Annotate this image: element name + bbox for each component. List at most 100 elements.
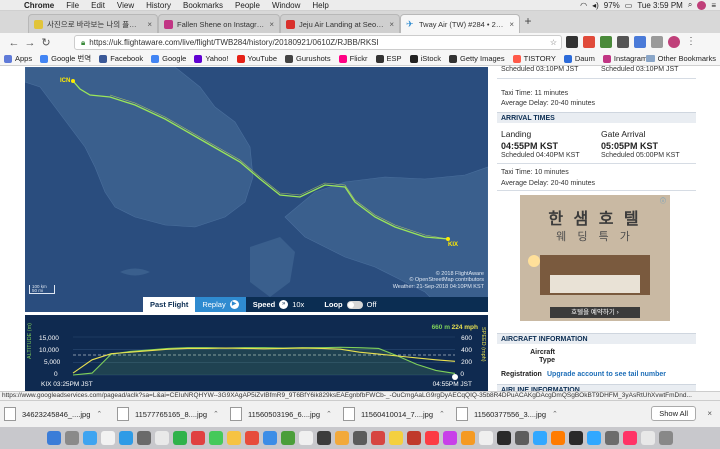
- dock-app-icon[interactable]: [605, 431, 619, 445]
- extension-icon[interactable]: [566, 36, 578, 48]
- ad-book-button[interactable]: 호텔을 예약하기 ›: [550, 307, 640, 318]
- clock[interactable]: Tue 3:59 PM: [637, 1, 683, 10]
- bookmark-item[interactable]: Gurushots: [285, 54, 331, 63]
- tab-1[interactable]: 사진으로 바라보는 나의 플레이스 - ... ×: [28, 14, 158, 33]
- origin-airport-label[interactable]: ICN: [60, 78, 70, 84]
- download-item[interactable]: 11577765165_8....jpg ⌃: [117, 407, 230, 421]
- reload-button[interactable]: ↻: [38, 36, 54, 49]
- close-icon[interactable]: ×: [707, 409, 712, 418]
- battery-percent[interactable]: 97%: [604, 1, 620, 10]
- dock-app-icon[interactable]: [569, 431, 583, 445]
- menu-view[interactable]: View: [111, 1, 140, 10]
- notification-center-icon[interactable]: ≡: [711, 1, 716, 10]
- battery-icon[interactable]: ▭: [625, 1, 633, 10]
- speed-control[interactable]: Speed » 10x: [246, 297, 312, 312]
- close-icon[interactable]: ×: [265, 20, 274, 29]
- chevron-up-icon[interactable]: ⌃: [213, 410, 219, 418]
- dock-app-icon[interactable]: [371, 431, 385, 445]
- dock-app-icon[interactable]: [479, 431, 493, 445]
- destination-airport-label[interactable]: KIX: [448, 242, 458, 248]
- download-item[interactable]: 34623245846_....jpg ⌃: [4, 407, 117, 421]
- upgrade-account-link[interactable]: Upgrade account to see tail number: [547, 371, 666, 378]
- bookmark-item[interactable]: Facebook: [99, 54, 143, 63]
- menu-help[interactable]: Help: [306, 1, 334, 10]
- chevron-up-icon[interactable]: ⌃: [439, 410, 445, 418]
- origin-marker[interactable]: [71, 79, 75, 83]
- bookmark-item[interactable]: Apps: [4, 54, 32, 63]
- dock-app-icon[interactable]: [281, 431, 295, 445]
- chevron-up-icon[interactable]: ⌃: [552, 410, 558, 418]
- menu-people[interactable]: People: [229, 1, 266, 10]
- bookmark-item[interactable]: Google: [151, 54, 186, 63]
- lock-icon[interactable]: 🔒︎: [81, 38, 85, 48]
- dock-app-icon[interactable]: [461, 431, 475, 445]
- dock-app-icon[interactable]: [101, 431, 115, 445]
- dock-app-icon[interactable]: [533, 431, 547, 445]
- extension-icon[interactable]: [583, 36, 595, 48]
- dock-app-icon[interactable]: [497, 431, 511, 445]
- download-item[interactable]: 11560410014_7....jpg ⌃: [343, 407, 456, 421]
- extension-icon[interactable]: [617, 36, 629, 48]
- loop-control[interactable]: Loop Off: [317, 297, 383, 312]
- bookmark-item[interactable]: YouTube: [236, 54, 277, 63]
- menu-dots-icon[interactable]: ⋮: [685, 36, 697, 48]
- dock-app-icon[interactable]: [407, 431, 421, 445]
- dock-app-icon[interactable]: [83, 431, 97, 445]
- download-item[interactable]: 11560503196_6....jpg ⌃: [230, 407, 343, 421]
- dock-app-icon[interactable]: [335, 431, 349, 445]
- bookmark-item[interactable]: Daum: [563, 54, 595, 63]
- bookmark-item[interactable]: Getty Images: [449, 54, 505, 63]
- menu-edit[interactable]: Edit: [85, 1, 111, 10]
- close-icon[interactable]: ×: [505, 20, 514, 29]
- search-icon[interactable]: ⌕: [688, 0, 692, 10]
- dock-app-icon[interactable]: [209, 431, 223, 445]
- bookmark-item[interactable]: TISTORY: [512, 54, 556, 63]
- dock-app-icon[interactable]: [317, 431, 331, 445]
- bookmark-star-icon[interactable]: ☆: [550, 38, 557, 47]
- dock-app-icon[interactable]: [263, 431, 277, 445]
- replay-button[interactable]: Replay ▶: [195, 297, 246, 312]
- dock-app-icon[interactable]: [659, 431, 673, 445]
- dock-app-icon[interactable]: [587, 431, 601, 445]
- bookmark-item[interactable]: iStock: [409, 54, 441, 63]
- dock-app-icon[interactable]: [155, 431, 169, 445]
- new-tab-button[interactable]: +: [521, 15, 535, 29]
- past-flight-tab[interactable]: Past Flight: [143, 297, 196, 312]
- tab-3[interactable]: Jeju Air Landing at Seoul Ic... ×: [280, 14, 400, 33]
- loop-toggle[interactable]: [346, 300, 363, 309]
- dock-app-icon[interactable]: [191, 431, 205, 445]
- bookmark-item[interactable]: Flickr: [338, 54, 368, 63]
- dock-app-icon[interactable]: [389, 431, 403, 445]
- download-item[interactable]: 11560377556_3....jpg ⌃: [456, 407, 569, 421]
- bookmark-item[interactable]: ESP: [375, 54, 402, 63]
- dock-app-icon[interactable]: [515, 431, 529, 445]
- wifi-icon[interactable]: ◠: [580, 1, 587, 10]
- dock-app-icon[interactable]: [227, 431, 241, 445]
- user-avatar-icon[interactable]: [697, 0, 707, 10]
- close-icon[interactable]: ×: [385, 20, 394, 29]
- menu-history[interactable]: History: [140, 1, 177, 10]
- profile-avatar-icon[interactable]: [668, 36, 680, 48]
- hotel-advertisement[interactable]: 한 샘 호 텔 웨 딩 특 가 호텔을 예약하기 ›: [520, 195, 670, 321]
- tab-4-active[interactable]: ✈ Tway Air (TW) #284 • 21-Sep... ×: [400, 14, 520, 33]
- dock-app-icon[interactable]: [443, 431, 457, 445]
- extension-icon[interactable]: [634, 36, 646, 48]
- fast-forward-icon[interactable]: »: [279, 300, 289, 309]
- altitude-speed-chart[interactable]: ALTITUDE (m) SPEED (mph) 15,000 10,000 5…: [25, 315, 488, 391]
- dock-app-icon[interactable]: [245, 431, 259, 445]
- extension-icon[interactable]: [651, 36, 663, 48]
- dock-app-icon[interactable]: [299, 431, 313, 445]
- menu-app-name[interactable]: Chrome: [18, 1, 60, 10]
- forward-button[interactable]: →: [22, 37, 38, 49]
- tab-2[interactable]: Fallen Shene on Instagram: "A... ×: [158, 14, 280, 33]
- dock-app-icon[interactable]: [551, 431, 565, 445]
- bookmark-item[interactable]: Yahoo!: [194, 54, 229, 63]
- dock-app-icon[interactable]: [623, 431, 637, 445]
- dock-app-icon[interactable]: [119, 431, 133, 445]
- extension-icon[interactable]: [600, 36, 612, 48]
- back-button[interactable]: ←: [6, 37, 22, 49]
- menu-file[interactable]: File: [60, 1, 85, 10]
- address-bar[interactable]: 🔒︎ https://uk.flightaware.com/live/fligh…: [74, 35, 562, 50]
- dock-app-icon[interactable]: [353, 431, 367, 445]
- bookmark-other[interactable]: Other Bookmarks: [645, 54, 716, 63]
